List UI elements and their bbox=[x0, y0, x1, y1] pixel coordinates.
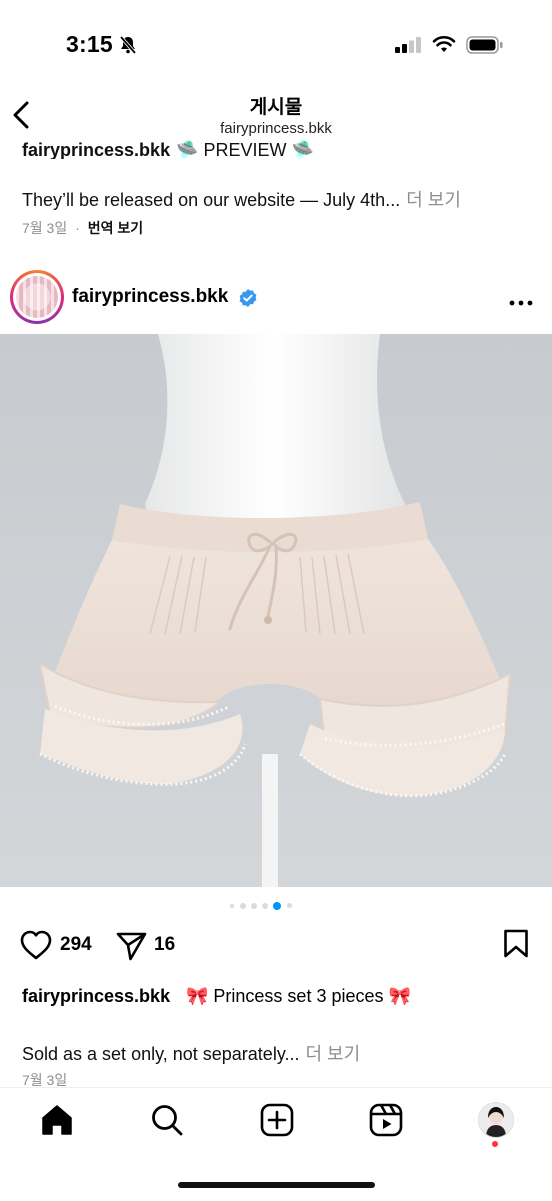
prev-post-preview-text: 🛸 PREVIEW 🛸 bbox=[176, 140, 314, 159]
more-options-button[interactable] bbox=[509, 294, 533, 312]
carousel-dot bbox=[262, 903, 268, 909]
like-button[interactable] bbox=[20, 930, 52, 965]
prev-post-meta: 7월 3일 · 번역 보기 bbox=[22, 218, 143, 238]
product-image bbox=[0, 334, 552, 887]
carousel-dot bbox=[230, 904, 234, 908]
heart-icon bbox=[20, 930, 52, 960]
tab-reels[interactable] bbox=[369, 1103, 403, 1142]
avatar[interactable] bbox=[16, 276, 58, 318]
reels-icon bbox=[369, 1103, 403, 1137]
carousel-dot-active bbox=[273, 902, 281, 910]
caption-title: 🎀 Princess set 3 pieces 🎀 bbox=[186, 986, 411, 1006]
search-icon bbox=[152, 1105, 183, 1136]
status-time: 3:15 bbox=[66, 31, 113, 57]
carousel-dot bbox=[240, 903, 246, 909]
prev-post-more-link[interactable]: 더 보기 bbox=[406, 190, 461, 210]
plus-square-icon bbox=[260, 1103, 294, 1137]
bookmark-icon bbox=[504, 929, 528, 958]
tab-profile[interactable] bbox=[478, 1102, 514, 1138]
home-icon bbox=[42, 1105, 72, 1135]
meta-separator: · bbox=[75, 220, 80, 236]
prev-post-caption: They’ll be released on our website — Jul… bbox=[22, 186, 461, 212]
shares-count[interactable]: 16 bbox=[154, 934, 175, 956]
caption-username[interactable]: fairyprincess.bkk bbox=[22, 986, 170, 1007]
verified-badge-icon bbox=[238, 288, 258, 313]
status-bar: 3:15 bbox=[0, 0, 552, 90]
share-button[interactable] bbox=[116, 931, 148, 966]
post-date: 7월 3일 bbox=[22, 1072, 68, 1086]
tab-home[interactable] bbox=[40, 1103, 74, 1142]
page-subtitle: fairyprincess.bkk bbox=[220, 120, 332, 137]
post-caption: Sold as a set only, not separately... 더 보… bbox=[22, 1040, 360, 1066]
send-icon bbox=[116, 932, 147, 961]
prev-post-username[interactable]: fairyprincess.bkk bbox=[22, 140, 170, 159]
carousel-dot bbox=[251, 903, 257, 909]
save-button[interactable] bbox=[503, 929, 529, 964]
translate-link[interactable]: 번역 보기 bbox=[88, 220, 143, 236]
post-username[interactable]: fairyprincess.bkk bbox=[72, 286, 228, 308]
carousel-dot bbox=[287, 903, 292, 908]
tab-create[interactable] bbox=[260, 1103, 294, 1142]
profile-avatar bbox=[479, 1103, 513, 1137]
bell-muted-icon bbox=[118, 35, 138, 60]
prev-post-date: 7월 3일 bbox=[22, 220, 68, 236]
signal-icon bbox=[395, 37, 423, 58]
post-caption-text: Sold as a set only, not separately... bbox=[22, 1044, 300, 1064]
tab-search[interactable] bbox=[150, 1103, 184, 1142]
battery-icon bbox=[466, 35, 504, 60]
post-more-link[interactable]: 더 보기 bbox=[306, 1044, 361, 1064]
notification-dot bbox=[492, 1141, 498, 1147]
home-indicator bbox=[178, 1182, 375, 1188]
post-photo[interactable] bbox=[0, 334, 552, 887]
prev-post-caption-head: fairyprincess.bkk 🛸 PREVIEW 🛸 bbox=[22, 137, 314, 159]
likes-count[interactable]: 294 bbox=[60, 934, 92, 956]
page-title: 게시물 bbox=[249, 97, 303, 118]
more-dots-icon bbox=[509, 300, 533, 306]
wifi-icon bbox=[432, 34, 456, 59]
prev-post-caption-text: They’ll be released on our website — Jul… bbox=[22, 190, 401, 210]
